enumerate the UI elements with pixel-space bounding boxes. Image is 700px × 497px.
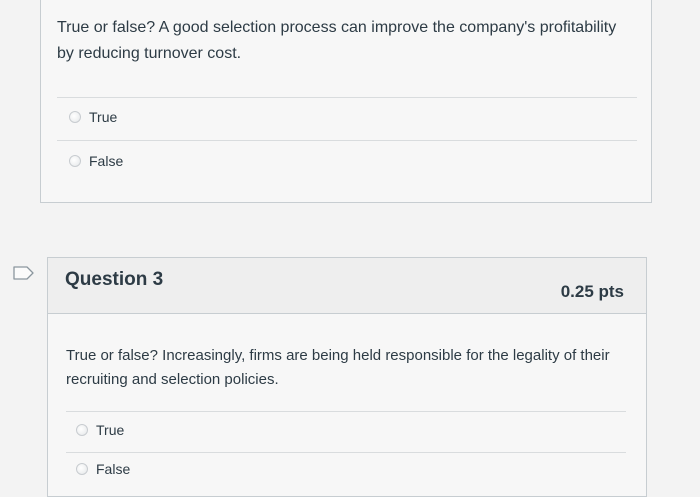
question-header: Question 3 0.25 pts <box>48 258 646 314</box>
question-title: Question 3 <box>65 269 164 290</box>
answer-divider <box>66 411 626 412</box>
radio-button[interactable] <box>76 424 88 436</box>
question-3-card: Question 3 0.25 pts True or false? Incre… <box>47 257 647 497</box>
question-3-answer-false[interactable]: False <box>76 461 130 477</box>
answer-label: False <box>89 153 124 169</box>
answer-label: False <box>96 461 131 477</box>
question-3-answer-true[interactable]: True <box>76 422 124 438</box>
answer-label: True <box>96 422 125 438</box>
question-points: 0.25 pts <box>560 282 624 301</box>
question-2-answer-false[interactable]: False <box>69 153 123 169</box>
answer-divider <box>57 97 637 98</box>
radio-button[interactable] <box>69 155 81 167</box>
quiz-page: { "question2": { "text": "True or false?… <box>0 0 700 497</box>
question-2-card: True or false? A good selection process … <box>40 0 652 203</box>
question-2-text: True or false? A good selection process … <box>57 19 617 62</box>
answer-divider <box>57 140 637 141</box>
radio-button[interactable] <box>76 463 88 475</box>
question-3-text: True or false? Increasingly, firms are b… <box>66 347 610 388</box>
answer-divider <box>66 452 626 453</box>
flag-question-icon[interactable] <box>12 265 36 281</box>
question-2-answer-true[interactable]: True <box>69 109 117 125</box>
answer-label: True <box>89 109 118 125</box>
radio-button[interactable] <box>69 111 81 123</box>
